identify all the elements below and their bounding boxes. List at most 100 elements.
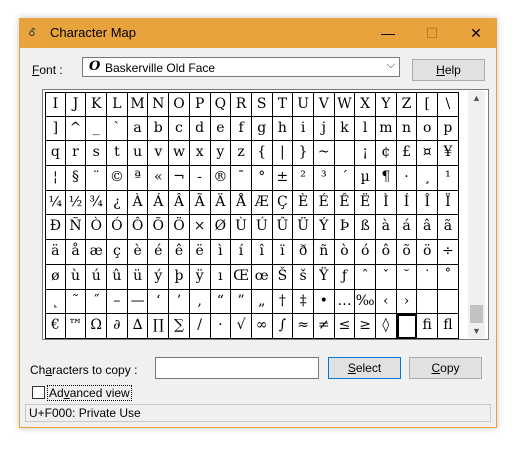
character-cell[interactable]: ´ [334,166,356,191]
character-cell[interactable]: Ÿ [313,264,335,290]
character-cell[interactable]: k [334,116,356,142]
character-cell[interactable]: ˙ [417,264,439,290]
character-cell[interactable]: g [251,116,273,142]
character-cell[interactable]: o [417,116,439,142]
character-cell[interactable]: Û [272,215,294,241]
character-cell[interactable]: ¸ [417,166,439,191]
character-cell[interactable]: ® [210,166,232,191]
character-cell[interactable]: N [148,92,170,117]
character-cell[interactable]: { [251,141,273,167]
character-cell[interactable]: … [334,289,356,315]
character-cell[interactable]: › [396,289,418,315]
character-cell[interactable]: Ê [334,190,356,216]
character-cell[interactable]: ¯ [231,166,252,191]
character-cell[interactable]: ì [210,240,232,265]
character-cell[interactable]: Þ [334,215,356,241]
character-cell[interactable]: É [313,190,335,216]
character-cell[interactable]: ◊ [376,314,397,339]
character-cell[interactable]: ã [438,215,459,241]
character-cell[interactable]: û [107,264,128,290]
character-cell[interactable]: L [107,92,128,117]
character-cell[interactable]: } [293,141,314,167]
character-cell[interactable]: È [293,190,314,216]
character-cell[interactable]: ˛ [45,289,66,315]
character-cell[interactable]: ﬁ [417,314,439,339]
help-button[interactable]: Help [412,59,485,81]
character-cell[interactable]: ä [45,240,66,265]
character-cell[interactable]: Ð [45,215,66,241]
character-cell[interactable]: i [293,116,314,142]
character-cell[interactable]: § [65,166,87,191]
character-cell[interactable]: £ [396,141,418,167]
character-cell[interactable]: Á [148,190,170,216]
character-cell[interactable]: × [189,215,211,241]
character-cell[interactable]: s [86,141,108,167]
scroll-up-icon[interactable]: ▲ [468,93,485,103]
character-cell[interactable]: ~ [313,141,335,167]
character-cell[interactable]: Æ [251,190,273,216]
character-cell[interactable]: æ [86,240,108,265]
character-cell[interactable]: ñ [313,240,335,265]
character-cell[interactable]: l [355,116,376,142]
character-cell[interactable]: Ë [355,190,376,216]
character-cell[interactable]: ¨ [86,166,108,191]
character-cell[interactable]: V [313,92,335,117]
character-cell[interactable]: \ [438,92,459,117]
character-cell[interactable]: ½ [65,190,87,216]
character-cell[interactable]: Y [376,92,397,117]
character-cell[interactable]: w [169,141,190,167]
select-button[interactable]: Select [328,357,401,379]
character-cell[interactable]: ê [169,240,190,265]
close-button[interactable]: ✕ [454,19,498,48]
character-cell[interactable]: ¿ [107,190,128,216]
character-cell[interactable]: ¹ [438,166,459,191]
character-cell[interactable]: ª [127,166,149,191]
character-cell[interactable]: Ü [293,215,314,241]
character-cell[interactable]: ‚ [189,289,211,315]
character-cell[interactable]: Ö [169,215,190,241]
character-cell[interactable]: ÿ [189,264,211,290]
character-cell[interactable]: ’ [169,289,190,315]
character-cell[interactable]: õ [396,240,418,265]
character-cell[interactable]: Ñ [65,215,87,241]
character-cell[interactable]: _ [86,116,108,142]
character-cell[interactable]: q [45,141,66,167]
character-cell[interactable]: [ [417,92,439,117]
character-cell[interactable]: À [127,190,149,216]
character-cell[interactable]: œ [251,264,273,290]
character-cell[interactable]: µ [355,166,376,191]
character-cell[interactable]: ≈ [293,314,314,339]
character-cell[interactable]: P [189,92,211,117]
character-cell[interactable] [334,141,356,167]
character-cell[interactable]: z [231,141,252,167]
character-cell[interactable]: d [189,116,211,142]
character-cell[interactable]: ü [127,264,149,290]
scroll-down-icon[interactable]: ▼ [468,326,485,336]
title-bar[interactable]: Ꮄ Character Map — ☐ ✕ [20,19,496,48]
character-cell[interactable]: Q [210,92,232,117]
character-cell[interactable]: ı [210,264,232,290]
character-cell[interactable]: Ï [438,190,459,216]
character-cell[interactable]: ˜ [65,289,87,315]
character-cell[interactable] [396,314,418,339]
character-cell[interactable]: c [169,116,190,142]
character-cell[interactable]: è [127,240,149,265]
character-cell[interactable]: ¬ [169,166,190,191]
character-cell[interactable]: r [65,141,87,167]
character-cell[interactable]: b [148,116,170,142]
character-cell[interactable]: Ø [210,215,232,241]
character-cell[interactable]: S [251,92,273,117]
character-cell[interactable]: u [127,141,149,167]
character-cell[interactable]: á [396,215,418,241]
maximize-button[interactable]: ☐ [410,19,454,48]
character-cell[interactable]: í [231,240,252,265]
character-cell[interactable]: n [396,116,418,142]
character-cell[interactable]: ï [272,240,294,265]
character-cell[interactable]: ≤ [334,314,356,339]
character-cell[interactable]: ø [45,264,66,290]
character-cell[interactable]: | [272,141,294,167]
character-cell[interactable]: š [293,264,314,290]
character-cell[interactable]: Œ [231,264,252,290]
character-cell[interactable]: ‹ [376,289,397,315]
character-cell[interactable]: ô [376,240,397,265]
